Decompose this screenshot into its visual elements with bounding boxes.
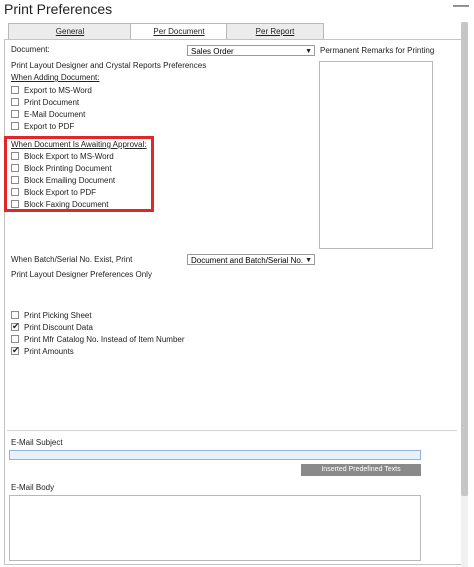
- pld-only-label: Print Layout Designer Preferences Only: [11, 270, 152, 279]
- layout-prefs-label: Print Layout Designer and Crystal Report…: [11, 61, 207, 70]
- checkbox-box: [11, 152, 19, 160]
- remarks-label: Permanent Remarks for Printing: [320, 46, 435, 55]
- checkbox-label: E-Mail Document: [24, 110, 86, 119]
- checkbox-label: Block Printing Document: [24, 164, 112, 173]
- chevron-down-icon: ▼: [305, 257, 312, 264]
- checkbox-label: Print Mfr Catalog No. Instead of Item Nu…: [24, 335, 185, 344]
- checkbox-label: Print Document: [24, 98, 80, 107]
- checkbox-box: ✔: [11, 345, 20, 355]
- chevron-down-icon: ▼: [305, 48, 312, 55]
- email-body-textarea[interactable]: [9, 495, 421, 561]
- tab-general[interactable]: General: [8, 23, 132, 39]
- checkbox-label: Print Amounts: [24, 347, 74, 356]
- tab-per-report[interactable]: Per Report: [226, 23, 324, 39]
- checkbox-box: [11, 110, 19, 118]
- tab-per-document-label: Per Document: [153, 27, 205, 36]
- minimize-icon[interactable]: —: [452, 0, 470, 17]
- check-icon: ✔: [12, 345, 20, 355]
- when-adding-header: When Adding Document:: [11, 73, 100, 82]
- checkbox-label: Block Export to PDF: [24, 188, 97, 197]
- checkbox-box: [11, 311, 19, 319]
- checkbox-label: Export to PDF: [24, 122, 75, 131]
- checkbox-box: [11, 164, 19, 172]
- checkbox-label: Block Emailing Document: [24, 176, 116, 185]
- checkbox-box: [11, 122, 19, 130]
- email-subject-label: E-Mail Subject: [11, 438, 63, 447]
- checkbox-box: [11, 176, 19, 184]
- checkbox-label: Print Discount Data: [24, 323, 93, 332]
- tab-per-report-label: Per Report: [255, 27, 295, 36]
- checkbox-label: Export to MS-Word: [24, 86, 92, 95]
- window-title: Print Preferences: [4, 1, 113, 17]
- remarks-textarea[interactable]: [319, 61, 433, 249]
- checkbox-box: [11, 335, 19, 343]
- checkbox-label: Block Export to MS-Word: [24, 152, 114, 161]
- per-document-panel: Document: Sales Order ▼ Permanent Remark…: [4, 39, 464, 565]
- batch-label: When Batch/Serial No. Exist, Print: [11, 255, 133, 264]
- check-icon: ✔: [12, 321, 20, 331]
- title-bar: Print Preferences —: [0, 0, 474, 20]
- checkbox-label: Block Faxing Document: [24, 200, 109, 209]
- vertical-scrollbar-thumb[interactable]: [461, 22, 468, 496]
- checkbox-box: [11, 98, 19, 106]
- checkbox-label: Print Picking Sheet: [24, 311, 92, 320]
- document-label: Document:: [11, 45, 50, 54]
- checkbox-box: [11, 200, 19, 208]
- checkbox-box: [11, 188, 19, 196]
- document-select-value: Sales Order: [191, 47, 234, 56]
- checkbox-box: [11, 86, 19, 94]
- tab-per-document[interactable]: Per Document: [130, 23, 228, 40]
- document-select[interactable]: Sales Order ▼: [187, 45, 315, 56]
- batch-select[interactable]: Document and Batch/Serial No. ▼: [187, 254, 315, 265]
- inserted-predefined-texts-button[interactable]: Inserted Predefined Texts: [301, 464, 421, 476]
- when-awaiting-header: When Document Is Awaiting Approval:: [11, 140, 147, 149]
- tab-general-label: General: [55, 27, 85, 36]
- section-divider: [7, 430, 457, 431]
- email-subject-input[interactable]: [9, 450, 421, 460]
- batch-select-value: Document and Batch/Serial No.: [191, 256, 304, 265]
- email-body-label: E-Mail Body: [11, 483, 55, 492]
- checkbox-box: ✔: [11, 321, 20, 331]
